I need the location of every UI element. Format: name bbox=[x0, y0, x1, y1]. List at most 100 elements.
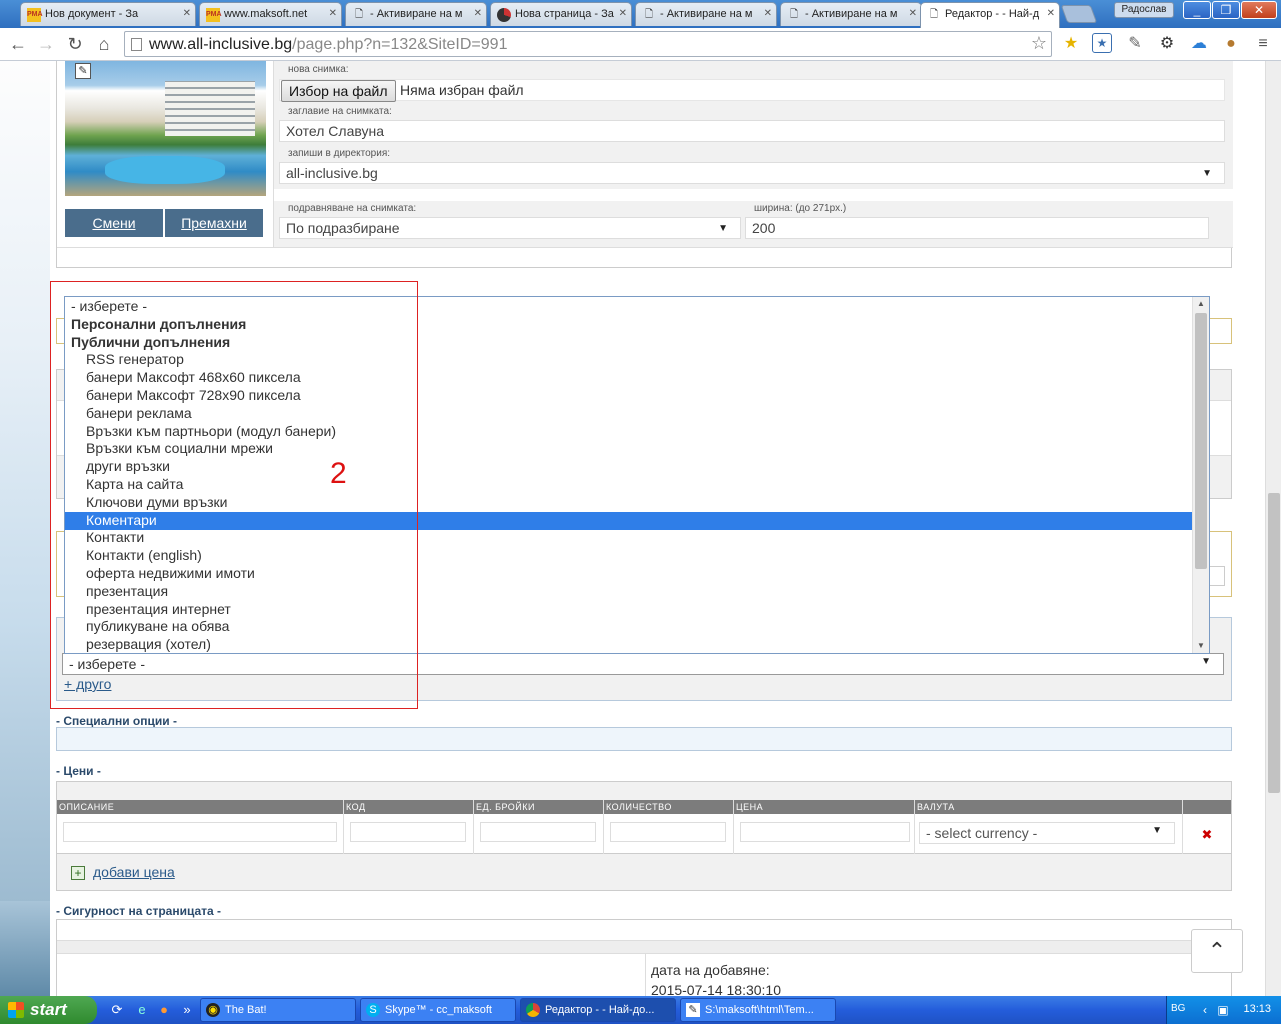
task-thebat[interactable]: ◉ The Bat! bbox=[200, 998, 356, 1022]
home-icon[interactable]: ⌂ bbox=[92, 32, 116, 56]
address-bar[interactable]: www.all-inclusive.bg/page.php?n=132&Site… bbox=[124, 31, 1052, 57]
add-other-link[interactable]: + друго bbox=[64, 676, 111, 692]
scroll-down-icon[interactable]: ▼ bbox=[1197, 641, 1205, 650]
delete-row-icon[interactable]: ✖ bbox=[1199, 827, 1215, 843]
browser-tab[interactable]: PMA Нов документ - За ✕ bbox=[20, 2, 196, 26]
side-background bbox=[0, 61, 50, 996]
currency-select[interactable]: - select currency - ▼ bbox=[919, 822, 1175, 844]
scroll-to-top-button[interactable]: ⌃ bbox=[1191, 929, 1243, 973]
browser-tab[interactable]: Нова страница - За ✕ bbox=[490, 2, 632, 26]
addon-select[interactable]: - изберете - ▼ bbox=[62, 653, 1224, 675]
width-input[interactable]: 200 bbox=[745, 217, 1209, 239]
add-icon[interactable]: + bbox=[71, 866, 85, 880]
tab-label: - Активиране на м bbox=[660, 8, 753, 20]
tray-network-icon[interactable]: ▣ bbox=[1215, 1002, 1231, 1018]
units-input[interactable] bbox=[480, 822, 596, 842]
browser-tab[interactable]: 🗋 - Активиране на м ✕ bbox=[635, 2, 777, 26]
cloud-icon[interactable]: ☁ bbox=[1188, 33, 1210, 55]
list-scroll-thumb[interactable] bbox=[1195, 313, 1207, 569]
photo-title-input[interactable]: Хотел Славуна bbox=[279, 120, 1225, 142]
addon-option[interactable]: банери Максофт 468x60 пиксела bbox=[65, 369, 1192, 387]
addon-option[interactable]: Ключови думи връзки bbox=[65, 494, 1192, 512]
addon-option[interactable]: банери Максофт 728x90 пиксела bbox=[65, 387, 1192, 405]
code-input[interactable] bbox=[350, 822, 466, 842]
choose-file-button[interactable]: Избор на файл bbox=[281, 80, 396, 102]
description-input[interactable] bbox=[63, 822, 337, 842]
task-skype[interactable]: S Skype™ - cc_maksoft bbox=[360, 998, 516, 1022]
addon-option[interactable]: Коментари bbox=[65, 511, 1192, 530]
back-arrow-icon[interactable]: ← bbox=[6, 32, 30, 56]
start-button[interactable]: start bbox=[0, 996, 97, 1024]
tab-label: Нова страница - За bbox=[515, 8, 614, 20]
quicklaunch-more-icon[interactable]: » bbox=[178, 1001, 196, 1019]
quicklaunch-firefox-icon[interactable]: ● bbox=[155, 1001, 173, 1019]
language-indicator[interactable]: BG bbox=[1171, 1003, 1185, 1014]
addon-option[interactable]: оферта недвижими имоти bbox=[65, 565, 1192, 583]
close-icon[interactable]: ✕ bbox=[619, 8, 627, 19]
remove-photo-button[interactable]: Премахни bbox=[165, 209, 263, 237]
bat-icon: ◉ bbox=[206, 1003, 220, 1017]
page-scrollbar[interactable] bbox=[1265, 61, 1281, 996]
close-icon[interactable]: ✕ bbox=[1047, 8, 1055, 19]
align-select[interactable]: По подразбиране ▼ bbox=[279, 217, 741, 239]
notepad-icon: ✎ bbox=[686, 1003, 700, 1017]
list-scrollbar[interactable]: ▲ ▼ bbox=[1192, 297, 1209, 653]
eyedropper-icon[interactable]: ✎ bbox=[1124, 33, 1146, 55]
browser-tab-active[interactable]: 🗋 Редактор - - Най-д ✕ bbox=[920, 2, 1060, 28]
change-photo-button[interactable]: Смени bbox=[65, 209, 163, 237]
task-chrome[interactable]: Редактор - - Най-до... bbox=[520, 998, 676, 1022]
reload-icon[interactable]: ↻ bbox=[63, 32, 87, 56]
directory-select[interactable]: all-inclusive.bg ▼ bbox=[279, 162, 1225, 184]
tab-label: - Активиране на м bbox=[805, 8, 898, 20]
close-window-icon[interactable]: ✕ bbox=[1241, 1, 1277, 19]
dropdown-arrow-icon: ▼ bbox=[718, 223, 728, 234]
addon-option[interactable]: Връзки към партньори (модул банери) bbox=[65, 423, 1192, 441]
bookmark-extension-icon[interactable]: ★ bbox=[1092, 33, 1112, 53]
quicklaunch-ie-icon[interactable]: e bbox=[133, 1001, 151, 1019]
menu-icon[interactable]: ≡ bbox=[1252, 33, 1274, 55]
profile-button[interactable]: Радослав bbox=[1114, 2, 1174, 18]
browser-tab-strip: PMA Нов документ - За ✕ PMA www.maksoft.… bbox=[0, 0, 1281, 28]
quantity-input[interactable] bbox=[610, 822, 726, 842]
addon-option[interactable]: Карта на сайта bbox=[65, 476, 1192, 494]
close-icon[interactable]: ✕ bbox=[329, 8, 337, 19]
restore-icon[interactable]: ❐ bbox=[1212, 1, 1240, 19]
settings-gear-icon[interactable]: ⚙ bbox=[1156, 33, 1178, 55]
browser-tab[interactable]: PMA www.maksoft.net ✕ bbox=[199, 2, 342, 26]
bookmark-star-icon[interactable]: ☆ bbox=[1031, 33, 1047, 54]
addon-option[interactable]: банери реклама bbox=[65, 405, 1192, 423]
addon-option[interactable]: - изберете - bbox=[65, 298, 1192, 316]
col-code: КОД bbox=[344, 800, 474, 814]
close-icon[interactable]: ✕ bbox=[909, 8, 917, 19]
new-tab-button[interactable] bbox=[1060, 5, 1098, 23]
task-notepad[interactable]: ✎ S:\maksoft\html\Tem... bbox=[680, 998, 836, 1022]
page-scroll-thumb[interactable] bbox=[1268, 493, 1280, 793]
browser-tab[interactable]: 🗋 - Активиране на м ✕ bbox=[780, 2, 922, 26]
addon-dropdown-list[interactable]: - изберете - Персонални допълнения Публичн… bbox=[64, 296, 1210, 654]
addon-option[interactable]: Връзки към социални мрежи bbox=[65, 440, 1192, 458]
add-price-link[interactable]: добави цена bbox=[93, 864, 175, 880]
scroll-up-icon[interactable]: ▲ bbox=[1197, 299, 1205, 308]
addon-option[interactable]: презентация интернет bbox=[65, 601, 1192, 619]
close-icon[interactable]: ✕ bbox=[183, 8, 191, 19]
addon-optgroup: Публични допълнения bbox=[71, 333, 231, 350]
price-input[interactable] bbox=[740, 822, 910, 842]
addon-option[interactable]: други връзки bbox=[65, 458, 1192, 476]
addon-option[interactable]: презентация bbox=[65, 583, 1192, 601]
task-label: The Bat! bbox=[225, 1004, 267, 1016]
close-icon[interactable]: ✕ bbox=[764, 8, 772, 19]
close-icon[interactable]: ✕ bbox=[474, 8, 482, 19]
edit-pencil-icon[interactable]: ✎ bbox=[75, 63, 91, 79]
quicklaunch-refresh-icon[interactable]: ⟳ bbox=[108, 1001, 126, 1019]
addon-option[interactable]: резервация (хотел) bbox=[65, 636, 1192, 653]
browser-tab[interactable]: 🗋 - Активиране на м ✕ bbox=[345, 2, 487, 26]
tray-arrow-icon[interactable]: ‹ bbox=[1197, 1002, 1213, 1018]
cookie-icon[interactable]: ● bbox=[1220, 33, 1242, 55]
minimize-icon[interactable]: _ bbox=[1183, 1, 1211, 19]
favorites-star-icon[interactable]: ★ bbox=[1060, 33, 1082, 55]
forward-arrow-icon[interactable]: → bbox=[34, 32, 58, 56]
addon-option[interactable]: публикуване на обява bbox=[65, 618, 1192, 636]
addon-option[interactable]: Контакти (english) bbox=[65, 547, 1192, 565]
addon-option[interactable]: RSS генератор bbox=[65, 351, 1192, 369]
addon-option[interactable]: Контакти bbox=[65, 529, 1192, 547]
